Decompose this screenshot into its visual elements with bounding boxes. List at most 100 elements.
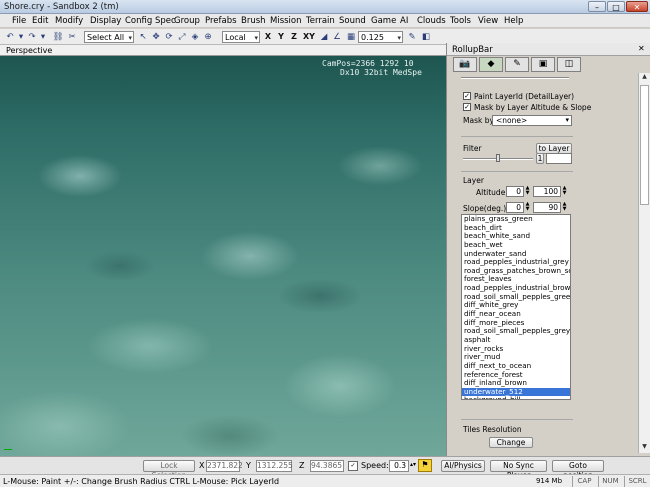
menu-brush[interactable]: Brush xyxy=(241,16,266,26)
move-icon[interactable]: ✥ xyxy=(150,31,162,43)
altitude-min-input[interactable]: 0 xyxy=(506,186,524,197)
redo-icon[interactable]: ↷ xyxy=(26,31,38,43)
menu-edit[interactable]: Edit xyxy=(32,16,48,26)
scroll-up-icon[interactable]: ▲ xyxy=(639,73,650,83)
divider xyxy=(461,419,573,420)
lock-selection-button[interactable]: Lock Selection xyxy=(143,460,195,480)
link-icon[interactable]: ⛓ xyxy=(52,31,64,43)
rotate-icon[interactable]: ⟳ xyxy=(163,31,175,43)
undo-dropdown-icon[interactable]: ▾ xyxy=(17,31,25,43)
slope-label: Slope(deg.) xyxy=(463,204,507,213)
list-item[interactable]: background_hill xyxy=(462,396,570,399)
altitude-label: Altitude xyxy=(476,188,506,197)
ai-physics-button[interactable]: AI/Physics xyxy=(441,460,485,472)
tab-objects-icon[interactable]: 📷 xyxy=(453,57,477,72)
tab-terrain-icon[interactable]: ◆ xyxy=(479,57,503,72)
slope-max-input[interactable]: 90 xyxy=(533,202,561,213)
menu-view[interactable]: View xyxy=(478,16,498,26)
filter-input[interactable] xyxy=(546,153,572,164)
memory-readout: 914 Mb xyxy=(535,477,563,485)
menu-game[interactable]: Game xyxy=(371,16,396,26)
scroll-down-icon[interactable]: ▼ xyxy=(639,443,650,453)
scale-icon[interactable]: ⤢ xyxy=(176,31,188,43)
object-icon[interactable]: ◧ xyxy=(420,31,432,43)
altitude-max-spinner[interactable]: ▲ ▼ xyxy=(562,186,567,197)
select-terrain-icon[interactable]: ◈ xyxy=(189,31,201,43)
slope-min-input[interactable]: 0 xyxy=(506,202,524,213)
camera-position-readout: CamPos=2366 1292 10 xyxy=(322,59,414,68)
speed-input[interactable]: 0.3 xyxy=(389,460,409,472)
filter-slider-thumb[interactable] xyxy=(496,154,500,162)
axis-x-button[interactable]: X xyxy=(263,31,273,43)
menu-display[interactable]: Display xyxy=(90,16,121,26)
tiles-resolution-label: Tiles Resolution xyxy=(463,425,522,434)
altitude-min-spinner[interactable]: ▲ ▼ xyxy=(525,186,530,197)
menu-group[interactable]: Group xyxy=(174,16,200,26)
terrain-paint-panel: ✓ Paint LayerId (DetailLayer) ✓ Mask by … xyxy=(459,73,636,453)
slope-max-spinner[interactable]: ▲ ▼ xyxy=(562,202,567,213)
selection-filter-select[interactable]: Select All xyxy=(84,31,134,44)
terrain-snap-icon[interactable]: ◢ xyxy=(318,31,330,43)
menu-ai[interactable]: AI xyxy=(400,16,408,26)
rollup-tabs: 📷 ◆ ✎ ▣ ◫ xyxy=(451,57,647,72)
axis-y-button[interactable]: Y xyxy=(276,31,286,43)
axis-gizmo xyxy=(4,449,12,450)
maximize-button[interactable]: □ xyxy=(607,1,625,12)
speed-spinner-icon[interactable]: ▴▾ xyxy=(410,461,416,468)
terrain-collision-icon[interactable]: ⚑ xyxy=(418,459,432,472)
unlink-icon[interactable]: ✂ xyxy=(66,31,78,43)
menu-help[interactable]: Help xyxy=(504,16,523,26)
divider xyxy=(461,136,573,137)
altitude-max-input[interactable]: 100 xyxy=(533,186,561,197)
slope-min-spinner[interactable]: ▲ ▼ xyxy=(525,202,530,213)
snap-angle-icon[interactable]: ∠ xyxy=(331,31,343,43)
caps-indicator: CAP xyxy=(572,476,596,487)
coord-system-select[interactable]: Local xyxy=(222,31,260,44)
status-bar: L-Mouse: Paint +/-: Change Brush Radius … xyxy=(0,474,650,487)
filter-value-box[interactable]: 1 xyxy=(536,153,544,164)
brush-slider-track[interactable] xyxy=(461,77,569,79)
x-coordinate-input[interactable]: 2371.822 xyxy=(206,460,243,472)
rollup-close-icon[interactable]: ✕ xyxy=(638,44,645,53)
z-coordinate-input[interactable]: 94.3865 xyxy=(310,460,344,472)
speed-label: Speed: xyxy=(361,461,389,470)
change-button[interactable]: Change xyxy=(489,437,533,448)
mask-checkbox[interactable]: ✓ xyxy=(463,103,471,111)
undo-icon[interactable]: ↶ xyxy=(4,31,16,43)
menu-config-spec[interactable]: Config Spec xyxy=(125,16,176,26)
tab-layers-icon[interactable]: ◫ xyxy=(557,57,581,72)
axis-xy-button[interactable]: XY xyxy=(302,31,316,43)
menu-tools[interactable]: Tools xyxy=(450,16,471,26)
scroll-indicator: SCRL xyxy=(624,476,650,487)
redo-dropdown-icon[interactable]: ▾ xyxy=(39,31,47,43)
grid-size-select[interactable]: 0.125 xyxy=(358,31,403,44)
paint-layer-checkbox[interactable]: ✓ xyxy=(463,92,471,100)
axis-z-button[interactable]: Z xyxy=(289,31,299,43)
layer-list[interactable]: plains_grass_green beach_dirt beach_whit… xyxy=(461,214,571,400)
mask-by-select[interactable]: <none> xyxy=(492,115,572,126)
divider xyxy=(461,171,573,172)
tab-display-icon[interactable]: ▣ xyxy=(531,57,555,72)
y-label: Y xyxy=(246,461,251,470)
no-sync-player-button[interactable]: No Sync Player xyxy=(490,460,547,480)
scroll-thumb[interactable] xyxy=(640,85,649,205)
close-button[interactable]: ✕ xyxy=(626,1,648,12)
perspective-viewport[interactable]: CamPos=2366 1292 10 Dx10 32bit MedSpe xyxy=(0,56,446,456)
select-cursor-icon[interactable]: ↖ xyxy=(137,31,149,43)
grid-icon[interactable]: ▦ xyxy=(345,31,357,43)
menu-clouds[interactable]: Clouds xyxy=(417,16,446,26)
y-coordinate-input[interactable]: 1312.255 xyxy=(256,460,293,472)
pencil-icon[interactable]: ✎ xyxy=(406,31,418,43)
menu-sound[interactable]: Sound xyxy=(339,16,366,26)
minimize-button[interactable]: – xyxy=(588,1,606,12)
menu-modify[interactable]: Modify xyxy=(55,16,83,26)
menu-mission[interactable]: Mission xyxy=(270,16,302,26)
menu-prefabs[interactable]: Prefabs xyxy=(205,16,237,26)
snap-icon[interactable]: ⊕ xyxy=(202,31,214,43)
rollup-scrollbar[interactable]: ▲ ▼ xyxy=(638,73,650,453)
goto-position-button[interactable]: Goto position xyxy=(552,460,604,480)
menu-file[interactable]: File xyxy=(12,16,26,26)
tab-modify-icon[interactable]: ✎ xyxy=(505,57,529,72)
speed-toggle-icon[interactable]: ✓ xyxy=(348,461,358,471)
menu-terrain[interactable]: Terrain xyxy=(306,16,335,26)
